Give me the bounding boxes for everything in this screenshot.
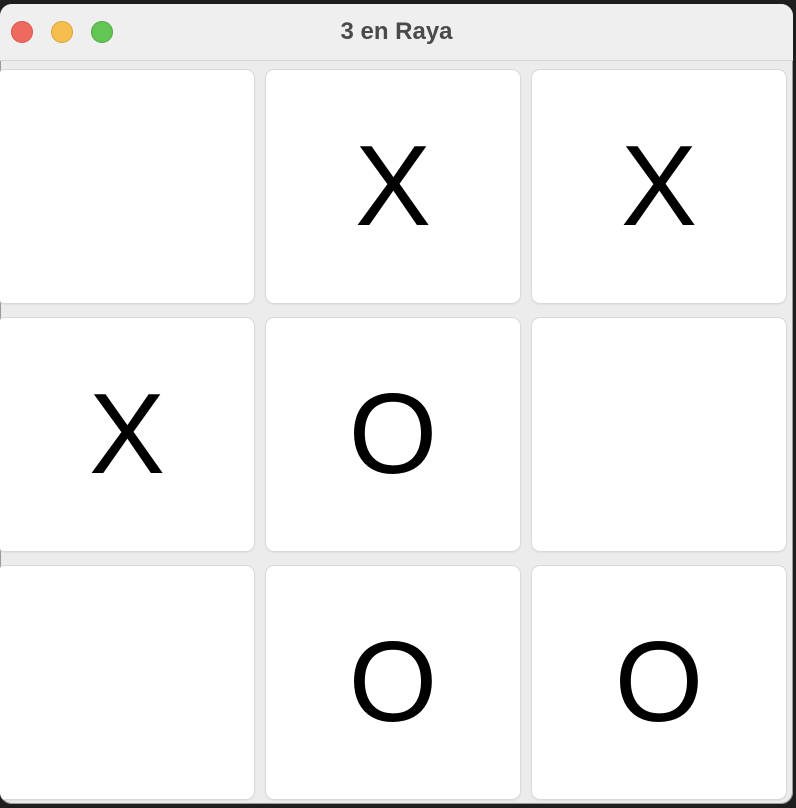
cell-1-1[interactable] [0, 70, 254, 303]
game-window: 3 en Raya X X X O O O [0, 4, 793, 804]
cell-2-1[interactable]: X [0, 318, 254, 551]
cell-3-2[interactable]: O [266, 566, 520, 799]
window-title: 3 en Raya [340, 18, 453, 45]
title-bar[interactable]: 3 en Raya [0, 4, 793, 61]
cell-1-2[interactable]: X [266, 70, 520, 303]
cell-1-3[interactable]: X [532, 70, 786, 303]
cell-3-1[interactable] [0, 566, 254, 799]
cell-3-3[interactable]: O [532, 566, 786, 799]
tic-tac-toe-board: X X X O O O [0, 61, 793, 804]
cell-2-2[interactable]: O [266, 318, 520, 551]
cell-2-3[interactable] [532, 318, 786, 551]
